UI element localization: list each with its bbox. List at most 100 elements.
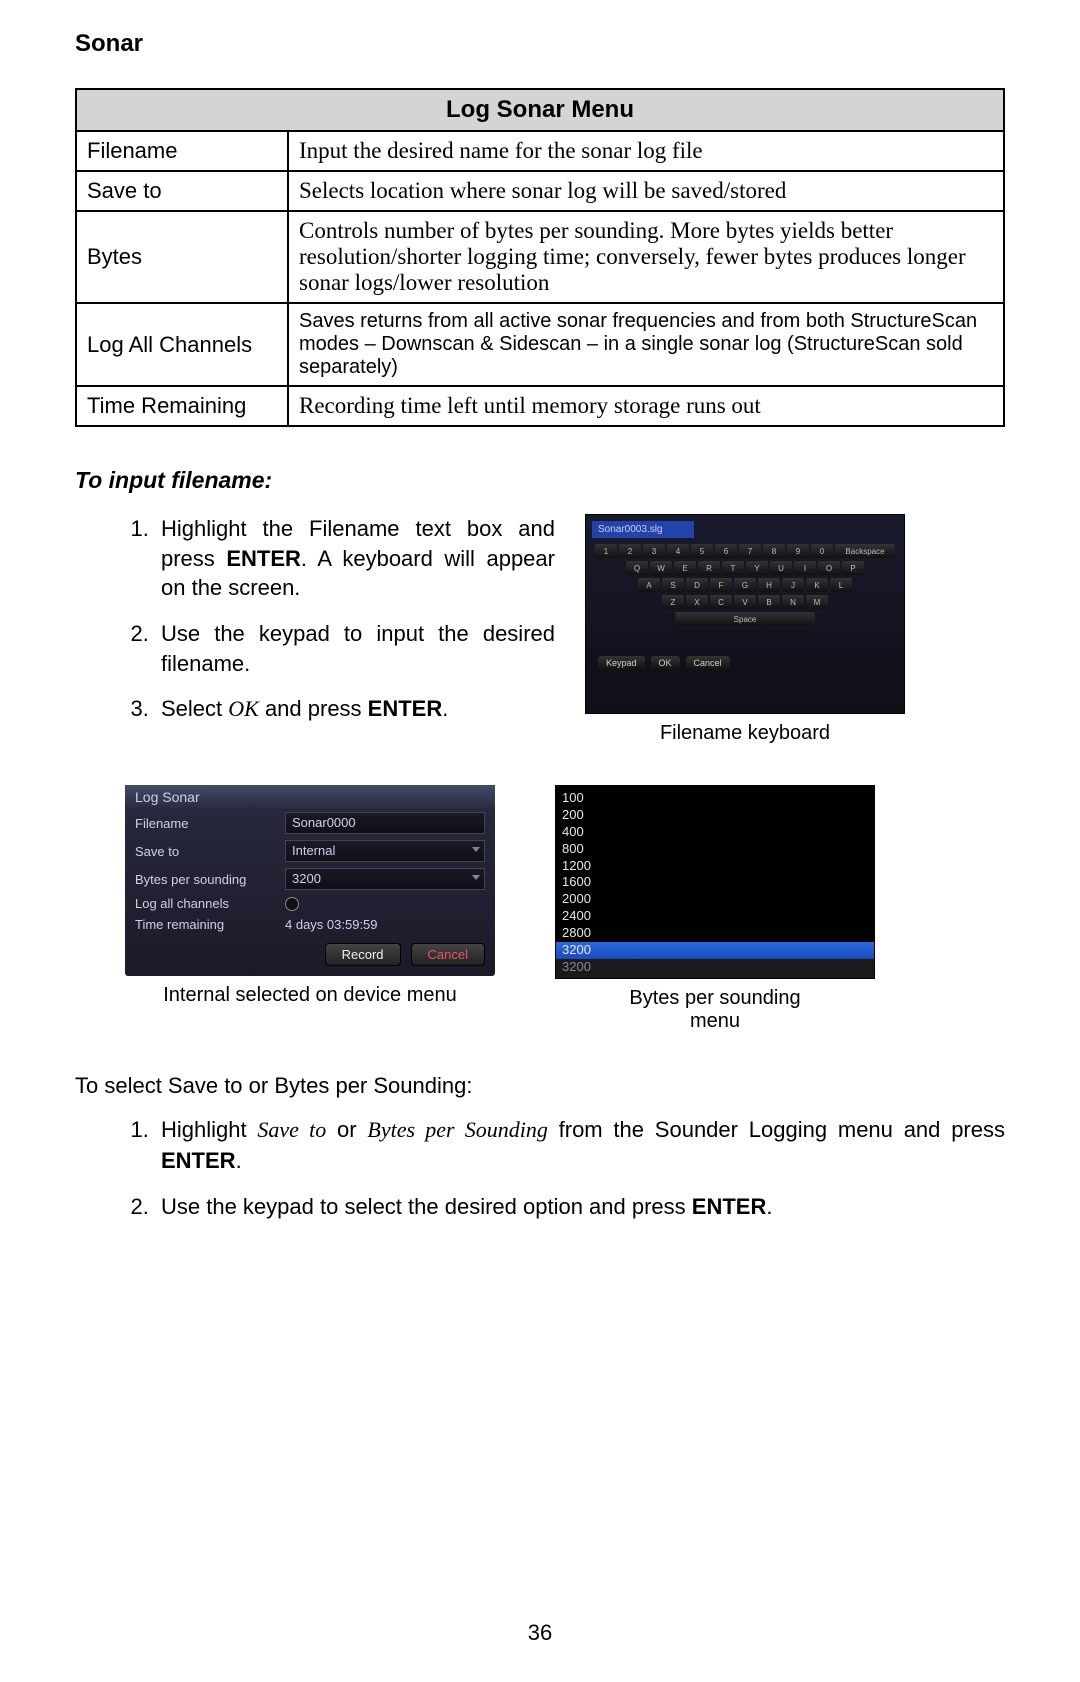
kb-key: F <box>710 578 732 592</box>
record-button: Record <box>325 943 401 966</box>
kb-key: K <box>806 578 828 592</box>
kb-ok-btn: OK <box>651 656 680 670</box>
kb-key: X <box>686 595 708 609</box>
kb-key: 5 <box>691 544 713 558</box>
kb-key: G <box>734 578 756 592</box>
kb-backspace: Backspace <box>835 544 895 558</box>
kb-key: C <box>710 595 732 609</box>
keyboard-figure: Sonar0003.slg 1 2 3 4 5 6 7 8 9 0 Backsp… <box>585 514 905 714</box>
kb-key: A <box>638 578 660 592</box>
step-item: Select OK and press ENTER. <box>155 694 555 724</box>
bytes-item: 3200 <box>556 959 874 978</box>
row-name: Log All Channels <box>76 303 288 386</box>
enter-label: ENTER <box>226 546 301 571</box>
logall-label: Log all channels <box>135 896 285 911</box>
bps-value: 3200 <box>285 868 485 890</box>
time-label: Time remaining <box>135 917 285 932</box>
kb-key: P <box>842 561 864 575</box>
bps-ref: Bytes per Sounding <box>367 1117 547 1142</box>
log-sonar-dialog: Log Sonar Filename Sonar0000 Save to Int… <box>125 785 495 976</box>
kb-key: I <box>794 561 816 575</box>
kb-key: 8 <box>763 544 785 558</box>
bytes-item-selected: 3200 <box>556 942 874 959</box>
kb-key: Q <box>626 561 648 575</box>
ok-label: OK <box>228 696 259 721</box>
filename-label: Filename <box>135 816 285 831</box>
row-name: Time Remaining <box>76 386 288 426</box>
section-heading: Sonar <box>75 30 1005 58</box>
page-number: 36 <box>0 1620 1080 1646</box>
bytes-item: 1600 <box>556 874 874 891</box>
kb-key: R <box>698 561 720 575</box>
subheading: To input filename: <box>75 467 1005 494</box>
kb-key: 1 <box>595 544 617 558</box>
bytes-menu: 100 200 400 800 1200 1600 2000 2400 2800… <box>555 785 875 979</box>
kb-key: Y <box>746 561 768 575</box>
kb-key: B <box>758 595 780 609</box>
log-sonar-table: Log Sonar Menu Filename Input the desire… <box>75 88 1005 427</box>
step-text: Use the keypad to select the desired opt… <box>161 1194 692 1219</box>
row-name: Save to <box>76 171 288 211</box>
steps-list-1: Highlight the Filename text box and pres… <box>75 514 555 724</box>
kb-key: W <box>650 561 672 575</box>
step-text: and press <box>259 696 368 721</box>
step-item: Use the keypad to input the desired file… <box>155 619 555 678</box>
kb-key: J <box>782 578 804 592</box>
bytes-item: 100 <box>556 790 874 807</box>
kb-key: 4 <box>667 544 689 558</box>
step-text: or <box>326 1117 367 1142</box>
filename-value: Sonar0000 <box>285 812 485 834</box>
filename-field: Sonar0003.slg <box>592 521 694 538</box>
bytes-item: 2000 <box>556 891 874 908</box>
kb-keypad-btn: Keypad <box>598 656 645 670</box>
bytes-caption-1: Bytes per sounding <box>555 987 875 1010</box>
step-item: Use the keypad to select the desired opt… <box>155 1192 1005 1223</box>
kb-key: H <box>758 578 780 592</box>
steps-list-2: Highlight Save to or Bytes per Sounding … <box>75 1115 1005 1223</box>
kb-key: 3 <box>643 544 665 558</box>
step-text: Select <box>161 696 228 721</box>
bytes-item: 800 <box>556 841 874 858</box>
bytes-item: 400 <box>556 824 874 841</box>
table-header: Log Sonar Menu <box>76 89 1004 131</box>
kb-key: M <box>806 595 828 609</box>
kb-key: U <box>770 561 792 575</box>
kb-cancel-btn: Cancel <box>686 656 730 670</box>
kb-key: V <box>734 595 756 609</box>
bytes-item: 1200 <box>556 858 874 875</box>
step-text: . <box>442 696 448 721</box>
kb-key: 7 <box>739 544 761 558</box>
row-name: Filename <box>76 131 288 171</box>
kb-key: 9 <box>787 544 809 558</box>
kb-key: D <box>686 578 708 592</box>
row-name: Bytes <box>76 211 288 303</box>
cancel-button: Cancel <box>411 943 485 966</box>
saveto-ref: Save to <box>257 1117 326 1142</box>
row-desc: Recording time left until memory storage… <box>288 386 1004 426</box>
step-text: . <box>766 1194 772 1219</box>
kb-key: 2 <box>619 544 641 558</box>
kb-key: S <box>662 578 684 592</box>
kb-key: 6 <box>715 544 737 558</box>
kb-key: O <box>818 561 840 575</box>
bps-label: Bytes per sounding <box>135 872 285 887</box>
kb-key: E <box>674 561 696 575</box>
time-value: 4 days 03:59:59 <box>285 917 378 932</box>
logall-radio <box>285 897 299 911</box>
bytes-item: 2800 <box>556 925 874 942</box>
bytes-caption-2: menu <box>555 1010 875 1033</box>
enter-label: ENTER <box>161 1148 236 1173</box>
enter-label: ENTER <box>368 696 443 721</box>
kb-key: 0 <box>811 544 833 558</box>
dialog-title: Log Sonar <box>125 785 495 809</box>
row-desc: Selects location where sonar log will be… <box>288 171 1004 211</box>
kb-key: Z <box>662 595 684 609</box>
step-item: Highlight the Filename text box and pres… <box>155 514 555 603</box>
kb-key: T <box>722 561 744 575</box>
enter-label: ENTER <box>692 1194 767 1219</box>
saveto-value: Internal <box>285 840 485 862</box>
step-text: Highlight <box>161 1117 257 1142</box>
keyboard-caption: Filename keyboard <box>585 722 905 745</box>
instruction-text: To select Save to or Bytes per Sounding: <box>75 1073 1005 1099</box>
step-item: Highlight Save to or Bytes per Sounding … <box>155 1115 1005 1177</box>
